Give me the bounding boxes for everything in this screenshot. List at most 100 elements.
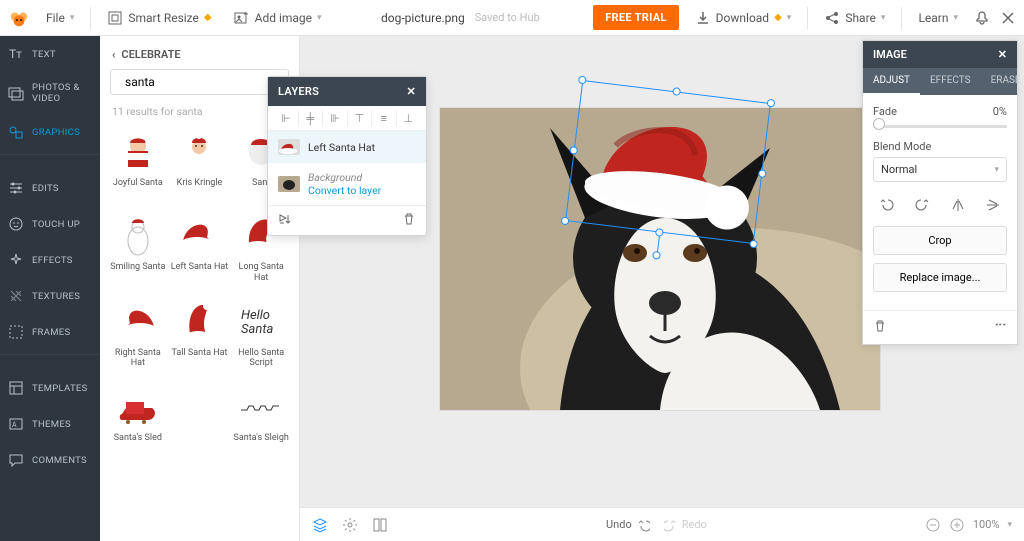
zoom-in-icon[interactable] [949,517,965,533]
rail-touchup[interactable]: TOUCH UP [0,206,100,242]
layers-header[interactable]: LAYERS ✕ [268,77,426,106]
graphic-item[interactable]: HelloSantaHello Santa Script [231,294,291,374]
crop-button[interactable]: Crop [873,226,1007,255]
frame-icon [8,324,24,340]
rail-graphics[interactable]: GRAPHICS [0,114,100,150]
align-middle-icon[interactable]: ≡ [371,110,396,126]
layer-name: Background [308,171,381,184]
layers-panel[interactable]: LAYERS ✕ ⊩╪⊪⊤≡⊥ Left Santa Hat Backgroun… [267,76,427,236]
rail-templates[interactable]: TEMPLATES [0,370,100,406]
filename-label[interactable]: dog-picture.png [381,11,465,25]
align-top-icon[interactable]: ⊤ [347,110,372,126]
undo-button[interactable]: Undo [606,518,650,532]
smart-resize-button[interactable]: Smart Resize◆ [101,6,217,30]
graphic-item[interactable]: Santa's Sleigh [231,379,291,457]
chevron-down-icon: ▾ [317,13,322,23]
file-menu[interactable]: File▾ [40,7,80,29]
svg-text:A: A [12,421,17,429]
graphics-icon [8,124,24,140]
rail-frames[interactable]: FRAMES [0,314,100,350]
image-panel-header[interactable]: IMAGE ✕ [863,41,1017,68]
align-center-icon[interactable]: ╪ [298,110,323,126]
graphic-item[interactable]: Santa's Sled [108,379,168,457]
fade-label: Fade [873,105,897,118]
chevron-down-icon: ▾ [994,165,999,175]
right-santa-hat-icon [116,303,160,339]
search-input[interactable] [125,75,281,89]
tab-effects[interactable]: EFFECTS [920,68,981,95]
rotate-right-icon[interactable] [910,194,934,216]
rail-edits[interactable]: EDITS [0,170,100,206]
zoom-out-icon[interactable] [925,517,941,533]
saved-status: Saved to Hub [475,11,540,24]
layers-align-row: ⊩╪⊪⊤≡⊥ [268,106,426,131]
close-icon[interactable] [1000,10,1016,26]
sliders-icon [8,180,24,196]
graphic-item[interactable]: Smiling Santa [108,208,168,288]
free-trial-button[interactable]: FREE TRIAL [593,5,678,30]
image-panel-title: IMAGE [873,48,907,61]
image-panel[interactable]: IMAGE ✕ ADJUST EFFECTS ERASE Fade0% Blen… [862,40,1018,345]
graphic-label: Tall Santa Hat [172,348,228,368]
share-button[interactable]: Share▾ [818,6,891,30]
trash-icon[interactable] [402,212,416,229]
add-image-button[interactable]: Add image ▾ [228,6,328,30]
flip-vertical-icon[interactable] [981,194,1005,216]
rail-effects[interactable]: EFFECTS [0,242,100,278]
graphic-item[interactable]: Joyful Santa [108,124,168,202]
align-bottom-icon[interactable]: ⊥ [396,110,421,126]
add-image-label: Add image [255,11,312,25]
blend-label: Blend Mode [873,140,1007,153]
graphic-item[interactable]: Tall Santa Hat [170,294,230,374]
close-icon[interactable]: ✕ [998,48,1007,61]
templates-icon [8,380,24,396]
graphic-item[interactable]: Kris Kringle [170,124,230,202]
breadcrumb[interactable]: ‹CELEBRATE [100,36,299,69]
graphic-label: Joyful Santa [113,178,163,198]
rail-comments[interactable]: COMMENTS [0,442,100,478]
flip-horizontal-icon[interactable] [946,194,970,216]
graphic-label: Smiling Santa [110,262,165,282]
redo-button[interactable]: Redo [664,518,707,532]
settings-icon[interactable] [342,517,358,533]
compare-icon[interactable] [372,517,388,533]
align-right-icon[interactable]: ⊪ [322,110,347,126]
blend-mode-select[interactable]: Normal▾ [873,157,1007,182]
trash-icon[interactable] [873,319,887,336]
replace-image-button[interactable]: Replace image... [873,263,1007,292]
rail-themes[interactable]: ATHEMES [0,406,100,442]
more-icon[interactable]: ⋮ [994,319,1007,336]
align-left-icon[interactable]: ⊩ [274,110,298,126]
download-button[interactable]: Download◆▾ [689,6,798,30]
bell-icon[interactable] [974,10,990,26]
text-icon: Tт [8,46,24,62]
learn-menu[interactable]: Learn▾ [912,7,964,29]
zoom-controls: 100%▾ [925,517,1012,533]
image-plus-icon [234,10,250,26]
resize-handle[interactable] [766,99,775,108]
graphic-item[interactable]: Left Santa Hat [170,208,230,288]
chevron-down-icon: ▾ [70,13,75,23]
rail-textures[interactable]: TEXTURES [0,278,100,314]
convert-to-layer-link[interactable]: Convert to layer [308,184,381,197]
rotate-left-icon[interactable] [875,194,899,216]
graphic-item[interactable]: Right Santa Hat [108,294,168,374]
face-icon [8,216,24,232]
left-santa-hat-layer[interactable] [566,81,772,245]
rail-photos-video[interactable]: PHOTOS & VIDEO [0,72,100,114]
selection-box[interactable] [565,80,771,244]
layer-row[interactable]: BackgroundConvert to layer [268,163,426,205]
layer-row[interactable]: Left Santa Hat [268,131,426,163]
search-input-wrap[interactable] [110,69,289,95]
fade-slider[interactable] [873,125,1007,128]
tab-erase[interactable]: ERASE [981,68,1024,95]
redo-icon [664,518,678,532]
zoom-level[interactable]: 100% [973,518,1000,531]
chevron-down-icon: ▾ [881,13,886,23]
rail-text[interactable]: TтTEXT [0,36,100,72]
layers-toggle-icon[interactable] [312,517,328,533]
close-icon[interactable]: ✕ [406,85,416,98]
layers-sort-icon[interactable] [278,212,294,229]
rail-label: PHOTOS & VIDEO [32,82,92,104]
tab-adjust[interactable]: ADJUST [863,68,920,95]
